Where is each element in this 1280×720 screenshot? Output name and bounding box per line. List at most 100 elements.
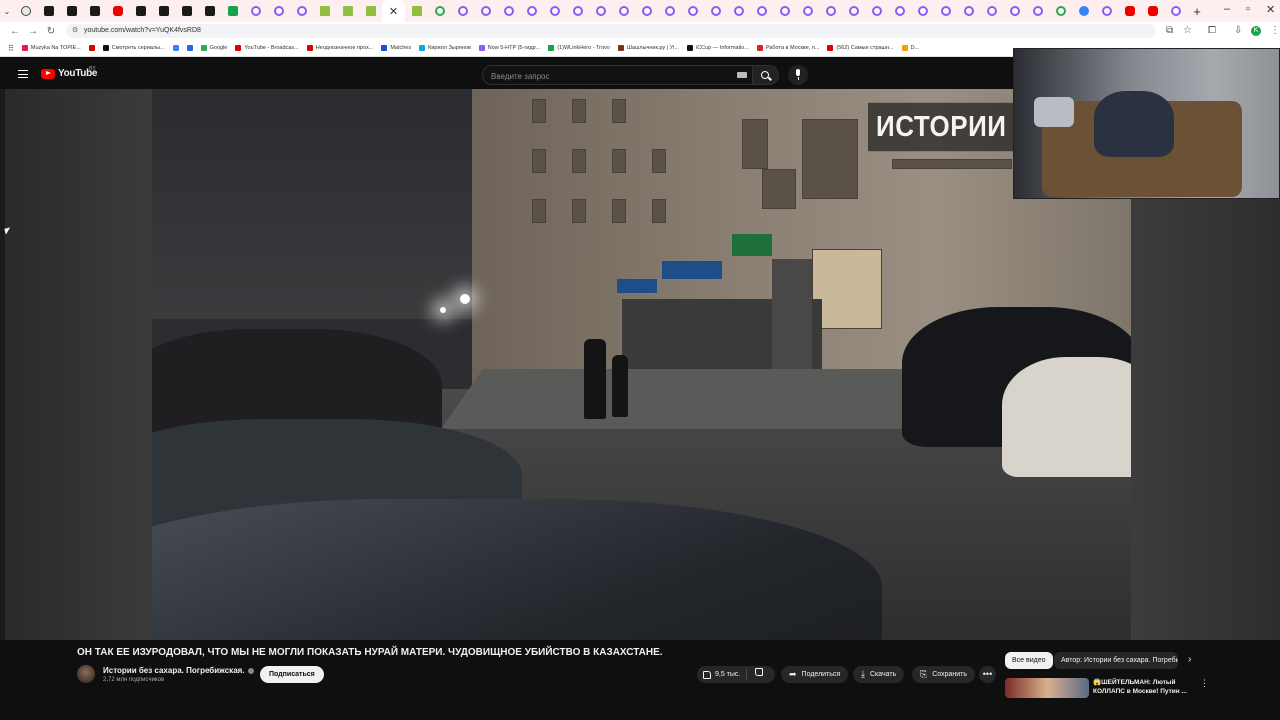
browser-tab-tw-favicon[interactable] bbox=[290, 0, 313, 22]
site-info-icon[interactable]: ⚙ bbox=[72, 24, 78, 38]
bookmark-item[interactable]: Google bbox=[200, 45, 227, 51]
recommended-title[interactable]: 😱ШЕЙТЕЛЬМАН: Лютый КОЛЛАПС в Москве! Пут… bbox=[1093, 678, 1193, 696]
browser-tab-tw-favicon[interactable] bbox=[934, 0, 957, 22]
bookmark-item[interactable] bbox=[88, 45, 95, 51]
browser-tab-tw-favicon[interactable] bbox=[244, 0, 267, 22]
channel-name[interactable]: Истории без сахара. Погребижская. bbox=[103, 666, 245, 675]
browser-tab-s-favicon[interactable] bbox=[152, 0, 175, 22]
browser-tab-tw-favicon[interactable] bbox=[635, 0, 658, 22]
bookmark-item[interactable]: Работа в Москве, п... bbox=[756, 45, 819, 51]
bookmark-item[interactable]: (562) Самые страшн... bbox=[827, 45, 894, 51]
browser-tab-tw-favicon[interactable] bbox=[1003, 0, 1026, 22]
browser-tab-tw-favicon[interactable] bbox=[773, 0, 796, 22]
close-tab-icon[interactable]: ✕ bbox=[389, 5, 398, 18]
recommended-menu-icon[interactable]: ⋮ bbox=[1200, 678, 1209, 689]
download-button[interactable]: ⤓ Скачать bbox=[853, 666, 905, 683]
bookmark-item[interactable]: iCCup — Informatio... bbox=[686, 45, 749, 51]
more-actions-button[interactable]: ••• bbox=[979, 666, 996, 683]
bookmark-item[interactable]: Неоднозначное прох... bbox=[306, 45, 373, 51]
browser-tab-tw-favicon[interactable] bbox=[451, 0, 474, 22]
browser-tab-tw-favicon[interactable] bbox=[566, 0, 589, 22]
browser-tab-tw-favicon[interactable] bbox=[1095, 0, 1118, 22]
browser-tab-s-favicon[interactable] bbox=[129, 0, 152, 22]
recommended-thumbnail[interactable] bbox=[1005, 678, 1089, 698]
browser-tab-tw-favicon[interactable] bbox=[865, 0, 888, 22]
download-tray-icon[interactable]: ⇩ bbox=[1234, 25, 1242, 36]
bookmark-item[interactable]: YouTube - Broadcas... bbox=[235, 45, 299, 51]
browser-tab-tw-favicon[interactable] bbox=[911, 0, 934, 22]
bookmark-star-icon[interactable]: ☆ bbox=[1183, 25, 1192, 36]
browser-tab-tw-favicon[interactable] bbox=[842, 0, 865, 22]
browser-tab-yt-favicon[interactable] bbox=[1118, 0, 1141, 22]
maximize-icon[interactable]: ▫ bbox=[1246, 3, 1250, 15]
channel-avatar[interactable] bbox=[77, 665, 95, 683]
browser-tab-tw-favicon[interactable] bbox=[520, 0, 543, 22]
channel-name-row[interactable]: Истории без сахара. Погребижская. bbox=[103, 666, 254, 675]
chip-all-videos[interactable]: Все видео bbox=[1005, 652, 1053, 669]
browser-tab-folder-favicon[interactable] bbox=[359, 0, 382, 22]
forward-arrow-icon[interactable]: → bbox=[24, 26, 42, 37]
browser-tab-tw-favicon[interactable] bbox=[957, 0, 980, 22]
browser-tab-chrome-favicon[interactable] bbox=[14, 0, 37, 22]
new-tab-button[interactable]: + bbox=[1187, 4, 1207, 19]
chip-author[interactable]: Автор: Истории без сахара. Погребижская. bbox=[1054, 652, 1178, 669]
tab-search-chevron-icon[interactable]: ⌄ bbox=[0, 0, 14, 22]
bookmark-item[interactable] bbox=[186, 45, 193, 51]
browser-tab-tw-favicon[interactable] bbox=[796, 0, 819, 22]
search-input[interactable] bbox=[483, 67, 703, 86]
browser-tab-tw-favicon[interactable] bbox=[980, 0, 1003, 22]
bookmark-item[interactable]: Now 5-HTP (5-гидр... bbox=[478, 45, 540, 51]
browser-tab-tw-favicon[interactable] bbox=[888, 0, 911, 22]
browser-tab-s-favicon[interactable] bbox=[83, 0, 106, 22]
minimize-icon[interactable]: – bbox=[1224, 3, 1230, 15]
reload-icon[interactable]: ↻ bbox=[42, 26, 60, 37]
browser-tab-tw-favicon[interactable] bbox=[589, 0, 612, 22]
close-window-icon[interactable]: ✕ bbox=[1266, 3, 1275, 16]
share-button[interactable]: ➦ Поделиться bbox=[781, 666, 849, 683]
bookmark-item[interactable]: Matches bbox=[381, 45, 411, 51]
bookmark-item[interactable]: Шашлычник.ру | Уi... bbox=[617, 45, 679, 51]
browser-tab-folder-favicon[interactable] bbox=[336, 0, 359, 22]
subscribe-button[interactable]: Подписаться bbox=[260, 666, 324, 683]
bookmark-item[interactable]: D... bbox=[901, 45, 919, 51]
browser-tab-folder-favicon[interactable] bbox=[405, 0, 428, 22]
browser-tab-k-favicon[interactable] bbox=[221, 0, 244, 22]
dislike-button[interactable] bbox=[747, 666, 771, 683]
browser-tab-tw-favicon[interactable] bbox=[1164, 0, 1187, 22]
browser-tab-yt-favicon[interactable] bbox=[106, 0, 129, 22]
keyboard-icon[interactable] bbox=[737, 72, 747, 78]
bookmark-item[interactable] bbox=[172, 45, 179, 51]
browser-tab-s-favicon[interactable] bbox=[198, 0, 221, 22]
menu-icon[interactable] bbox=[18, 70, 28, 78]
browser-tab-folder-favicon[interactable] bbox=[313, 0, 336, 22]
video-player[interactable]: ИСТОРИИ БЕЗ bbox=[152, 89, 1131, 640]
active-tab-close-icon[interactable]: ✕ bbox=[382, 0, 405, 22]
bookmark-item[interactable]: Muzyka Na TOPIE... bbox=[21, 45, 81, 51]
install-app-icon[interactable]: ⧉ bbox=[1166, 25, 1173, 36]
browser-tab-tw-favicon[interactable] bbox=[681, 0, 704, 22]
voice-search-icon[interactable] bbox=[788, 65, 808, 85]
browser-tab-tw-favicon[interactable] bbox=[474, 0, 497, 22]
extensions-icon[interactable]: ⧠ bbox=[1208, 25, 1216, 36]
bookmark-item[interactable]: (1)WLinkHero - Trovo bbox=[548, 45, 610, 51]
bookmark-item[interactable]: Смотреть сериалы... bbox=[102, 45, 165, 51]
browser-tab-g-favicon[interactable] bbox=[1049, 0, 1072, 22]
browser-tab-tw-favicon[interactable] bbox=[543, 0, 566, 22]
profile-avatar[interactable]: K bbox=[1251, 26, 1261, 36]
browser-tab-tw-favicon[interactable] bbox=[1026, 0, 1049, 22]
browser-tab-tw-favicon[interactable] bbox=[267, 0, 290, 22]
browser-tab-tw-favicon[interactable] bbox=[658, 0, 681, 22]
browser-menu-icon[interactable]: ⋮ bbox=[1270, 25, 1280, 36]
bookmark-item[interactable]: Кирилл Зырянов bbox=[419, 45, 471, 51]
browser-tab-tw-favicon[interactable] bbox=[727, 0, 750, 22]
browser-tab-bl-favicon[interactable] bbox=[1072, 0, 1095, 22]
search-button[interactable] bbox=[753, 65, 779, 85]
browser-tab-tw-favicon[interactable] bbox=[497, 0, 520, 22]
chevron-right-icon[interactable]: › bbox=[1188, 654, 1191, 665]
save-button[interactable]: ⎘ Сохранить bbox=[912, 666, 975, 683]
browser-tab-s-favicon[interactable] bbox=[175, 0, 198, 22]
browser-tab-tw-favicon[interactable] bbox=[750, 0, 773, 22]
url-field[interactable]: ⚙ youtube.com/watch?v=YuQK4fvsRD8 bbox=[66, 24, 1156, 38]
youtube-logo[interactable]: YouTube BY bbox=[41, 66, 98, 79]
browser-tab-s-favicon[interactable] bbox=[37, 0, 60, 22]
